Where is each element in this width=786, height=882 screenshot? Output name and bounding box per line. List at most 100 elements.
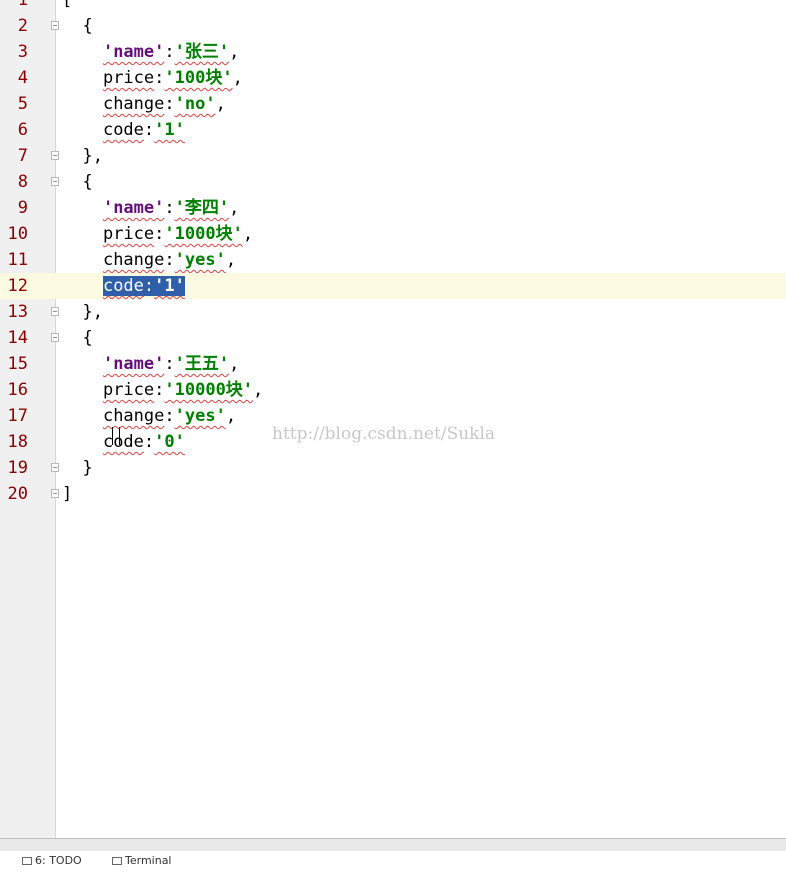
code-text[interactable]: { <box>62 325 93 351</box>
code-token: '王五' <box>174 354 230 374</box>
line-number: 5 <box>17 94 28 114</box>
code-token: : <box>164 42 175 62</box>
code-token: 'yes' <box>174 406 226 426</box>
code-token: : <box>164 354 175 374</box>
fold-marker-icon[interactable] <box>51 333 59 342</box>
code-token: , <box>225 406 237 426</box>
code-text[interactable]: 'name':'张三', <box>62 39 239 65</box>
code-line[interactable]: 16 price:'10000块', <box>0 377 786 403</box>
fold-marker-icon[interactable] <box>51 307 59 316</box>
code-token: : <box>154 380 165 400</box>
code-text[interactable]: ] <box>62 481 72 507</box>
code-line[interactable]: 2 { <box>0 13 786 39</box>
fold-marker-icon[interactable] <box>51 463 59 472</box>
line-number: 18 <box>7 432 28 452</box>
code-token: '李四' <box>174 198 230 218</box>
code-text[interactable]: code:'0' <box>62 429 185 455</box>
code-editor[interactable]: 1[2 {3 'name':'张三', 4 price:'100块', 5 chan… <box>0 0 786 838</box>
code-text[interactable]: code:'1' <box>62 117 185 143</box>
code-token: price <box>102 380 155 400</box>
code-line[interactable]: 9 'name':'李四', <box>0 195 786 221</box>
line-number: 16 <box>7 380 28 400</box>
code-text[interactable]: price:'10000块', <box>62 377 263 403</box>
code-line[interactable]: 4 price:'100块', <box>0 65 786 91</box>
code-line[interactable]: 14 { <box>0 325 786 351</box>
code-text[interactable]: price:'100块', <box>62 65 243 91</box>
code-token: ] <box>62 484 73 504</box>
text-selection[interactable]: code:'1' <box>102 276 185 296</box>
code-token: '0' <box>154 432 185 452</box>
line-number: 3 <box>17 42 28 62</box>
line-number: 14 <box>7 328 28 348</box>
code-line[interactable]: 13 }, <box>0 299 786 325</box>
code-line[interactable]: 6 code:'1' <box>0 117 786 143</box>
code-line[interactable]: 8 { <box>0 169 786 195</box>
code-line[interactable]: 19 } <box>0 455 786 481</box>
code-text[interactable]: price:'1000块', <box>62 221 253 247</box>
code-token: } <box>62 458 93 478</box>
fold-marker-icon[interactable] <box>51 489 59 498</box>
line-number: 1 <box>17 0 28 10</box>
code-line[interactable]: 7 }, <box>0 143 786 169</box>
code-token: 'name' <box>102 42 165 62</box>
tool-window-bar: 6: TODO Terminal <box>0 838 786 867</box>
code-token: code <box>102 120 144 140</box>
code-token: , <box>215 94 226 114</box>
code-text[interactable]: 'name':'李四', <box>62 195 239 221</box>
code-token: : <box>143 276 155 296</box>
code-token: , <box>229 42 240 62</box>
code-line[interactable]: 15 'name':'王五', <box>0 351 786 377</box>
code-token: '1' <box>154 276 185 296</box>
todo-icon <box>22 857 32 865</box>
code-token: change <box>102 94 165 114</box>
text-cursor-icon <box>112 427 120 445</box>
code-token: : <box>154 224 165 244</box>
code-text[interactable]: 'name':'王五', <box>62 351 239 377</box>
code-line[interactable]: 1[ <box>0 0 786 13</box>
fold-marker-icon[interactable] <box>51 177 59 186</box>
code-token: }, <box>62 302 103 322</box>
code-line[interactable]: 11 change:'yes', <box>0 247 786 273</box>
code-text[interactable]: }, <box>62 299 103 325</box>
code-text[interactable]: change:'yes', <box>62 247 236 273</box>
todo-tab[interactable]: 6: TODO <box>8 840 82 882</box>
terminal-icon <box>112 857 122 865</box>
code-text[interactable]: change:'yes', <box>62 403 236 429</box>
code-token: 'yes' <box>174 250 226 270</box>
code-token: }, <box>62 146 103 166</box>
code-line[interactable]: 5 change:'no', <box>0 91 786 117</box>
code-token: { <box>62 328 93 348</box>
code-token: change <box>102 250 165 270</box>
code-line[interactable]: 10 price:'1000块', <box>0 221 786 247</box>
fold-marker-icon[interactable] <box>51 151 59 160</box>
line-number: 9 <box>17 198 28 218</box>
code-text[interactable]: }, <box>62 143 103 169</box>
code-token: 'name' <box>102 198 165 218</box>
fold-marker-icon[interactable] <box>51 21 59 30</box>
code-token: 'name' <box>102 354 165 374</box>
code-text[interactable]: [ <box>62 0 72 13</box>
line-number: 7 <box>17 146 28 166</box>
line-number: 13 <box>7 302 28 322</box>
code-token: : <box>164 406 175 426</box>
code-text[interactable]: { <box>62 169 92 195</box>
code-text[interactable]: } <box>62 455 93 481</box>
code-token: '1000块' <box>164 224 243 244</box>
code-token: , <box>229 198 240 218</box>
code-line[interactable]: 12 code:'1' <box>0 273 786 299</box>
code-line[interactable]: 20] <box>0 481 786 507</box>
code-line[interactable]: 3 'name':'张三', <box>0 39 786 65</box>
code-text[interactable]: code:'1' <box>62 273 185 299</box>
code-text[interactable]: { <box>62 13 92 39</box>
code-text[interactable]: change:'no', <box>62 91 226 117</box>
terminal-tab[interactable]: Terminal <box>98 840 172 882</box>
code-token: code <box>102 276 144 296</box>
